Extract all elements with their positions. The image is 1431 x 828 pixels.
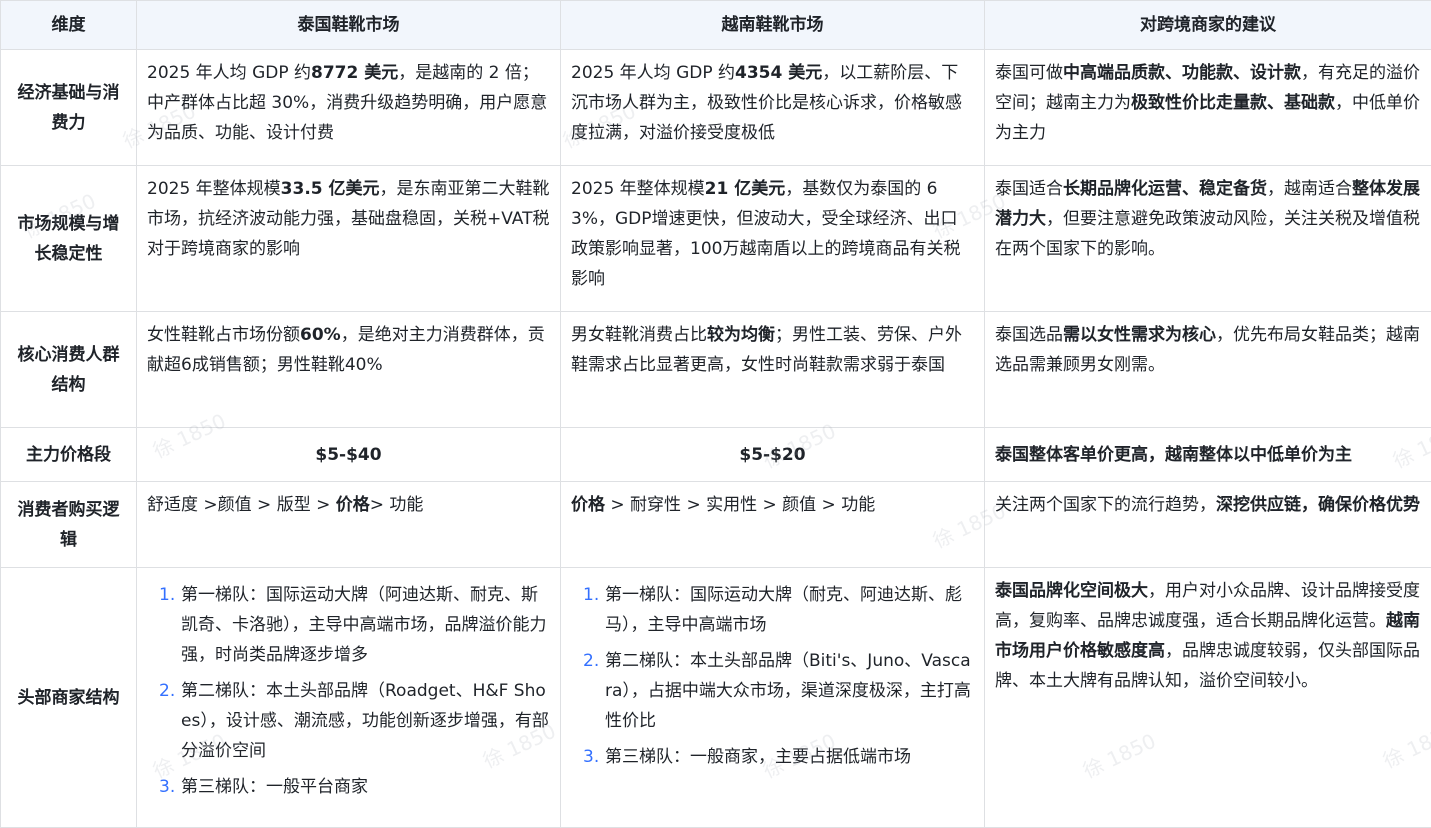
header-dim: 维度 — [0, 0, 137, 50]
table-row: 经济基础与消费力 2025 年人均 GDP 约8772 美元，是越南的 2 倍；中… — [0, 49, 1431, 166]
table-row: 头部商家结构 1. 第一梯队：国际运动大牌（阿迪达斯、耐克、斯凯奇、卡洛驰），主导中… — [0, 567, 1431, 828]
bold-text: 较为均衡 — [707, 325, 775, 345]
header-advice: 对跨境商家的建议 — [984, 0, 1431, 50]
bold-text: 极致性价比走量款、基础款 — [1131, 93, 1335, 113]
bold-text: $5-$20 — [739, 444, 806, 465]
text: 2025 年人均 GDP 约 — [147, 63, 311, 83]
tier-list: 1. 第一梯队：国际运动大牌（耐克、阿迪达斯、彪马），主导中高端市场 2. 第二梯队：… — [571, 580, 974, 772]
text: > 功能 — [369, 495, 424, 515]
list-item: 3. 第三梯队：一般平台商家 — [147, 772, 550, 802]
text: 男女鞋靴消费占比 — [571, 325, 707, 345]
bold-text: 价格 — [335, 495, 370, 515]
advice-cell: 关注两个国家下的流行趋势，深挖供应链，确保价格优势 — [984, 481, 1431, 568]
list-item: 2. 第二梯队：本土头部品牌（Biti's、Juno、Vascara），占据中端大… — [571, 646, 974, 736]
bold-text: 21 亿美元 — [704, 179, 786, 199]
dimension-cell: 头部商家结构 — [0, 567, 137, 828]
text: 关注两个国家下的流行趋势， — [995, 495, 1216, 515]
dimension-cell: 消费者购买逻辑 — [0, 481, 137, 568]
advice-cell: 泰国适合长期品牌化运营、稳定备货，越南适合整体发展潜力大，但要注意避免政策波动风… — [984, 165, 1431, 312]
list-number: 1. — [583, 585, 600, 605]
advice-cell: 泰国可做中高端品质款、功能款、设计款，有充足的溢价空间；越南主力为极致性价比走量… — [984, 49, 1431, 166]
list-text: 第一梯队：国际运动大牌（阿迪达斯、耐克、斯凯奇、卡洛驰），主导中高端市场，品牌溢… — [181, 585, 547, 665]
bold-text: 深挖供应链，确保价格优势 — [1216, 495, 1420, 515]
dimension-cell: 主力价格段 — [0, 427, 137, 482]
list-number: 1. — [159, 585, 176, 605]
list-text: 第二梯队：本土头部品牌（Roadget、H&F Shoes），设计感、潮流感，功… — [181, 681, 549, 761]
header-vietnam: 越南鞋靴市场 — [560, 0, 985, 50]
table-row: 主力价格段 $5-$40 $5-$20 泰国整体客单价更高，越南整体以中低单价为主 — [0, 427, 1431, 482]
list-number: 2. — [159, 681, 176, 701]
bold-text: 中高端品质款、功能款、设计款 — [1063, 63, 1301, 83]
text: ，越南适合 — [1267, 179, 1352, 199]
thailand-cell: $5-$40 — [136, 427, 561, 482]
bold-text: 33.5 亿美元 — [280, 179, 380, 199]
dimension-cell: 市场规模与增长稳定性 — [0, 165, 137, 312]
vietnam-cell: 1. 第一梯队：国际运动大牌（耐克、阿迪达斯、彪马），主导中高端市场 2. 第二梯队：… — [560, 567, 985, 828]
tier-list: 1. 第一梯队：国际运动大牌（阿迪达斯、耐克、斯凯奇、卡洛驰），主导中高端市场，品… — [147, 580, 550, 802]
list-text: 第二梯队：本土头部品牌（Biti's、Juno、Vascara），占据中端大众市… — [605, 651, 971, 731]
table-row: 消费者购买逻辑 舒适度 >颜值 > 版型 > 价格> 功能 价格 > 耐穿性 > 实… — [0, 481, 1431, 568]
bold-text: 泰国品牌化空间极大 — [995, 581, 1148, 601]
list-number: 3. — [159, 777, 176, 797]
list-number: 2. — [583, 651, 600, 671]
bold-text: 4354 美元 — [735, 63, 823, 83]
vietnam-cell: 2025 年人均 GDP 约4354 美元，以工薪阶层、下沉市场人群为主，极致性… — [560, 49, 985, 166]
bold-text: 8772 美元 — [311, 63, 399, 83]
list-item: 1. 第一梯队：国际运动大牌（阿迪达斯、耐克、斯凯奇、卡洛驰），主导中高端市场，品… — [147, 580, 550, 670]
advice-cell: 泰国品牌化空间极大，用户对小众品牌、设计品牌接受度高，复购率、品牌忠诚度强，适合… — [984, 567, 1431, 828]
text: 泰国选品 — [995, 325, 1063, 345]
text: 女性鞋靴占市场份额 — [147, 325, 300, 345]
text: ，但要注意避免政策波动风险，关注关税及增值税在两个国家下的影响。 — [995, 209, 1420, 259]
list-text: 第三梯队：一般平台商家 — [181, 777, 368, 797]
dimension-cell: 核心消费人群结构 — [0, 311, 137, 428]
list-text: 第一梯队：国际运动大牌（耐克、阿迪达斯、彪马），主导中高端市场 — [605, 585, 962, 635]
header-thailand: 泰国鞋靴市场 — [136, 0, 561, 50]
text: 泰国适合 — [995, 179, 1063, 199]
bold-text: $5-$40 — [315, 444, 382, 465]
text: 2025 年人均 GDP 约 — [571, 63, 735, 83]
vietnam-cell: 男女鞋靴消费占比较为均衡；男性工装、劳保、户外鞋需求占比显著更高，女性时尚鞋款需… — [560, 311, 985, 428]
list-item: 1. 第一梯队：国际运动大牌（耐克、阿迪达斯、彪马），主导中高端市场 — [571, 580, 974, 640]
vietnam-cell: 价格 > 耐穿性 > 实用性 > 颜值 > 功能 — [560, 481, 985, 568]
bold-text: 60% — [300, 325, 341, 345]
bold-text: 泰国整体客单价更高，越南整体以中低单价为主 — [995, 444, 1352, 465]
list-number: 3. — [583, 747, 600, 767]
dimension-cell: 经济基础与消费力 — [0, 49, 137, 166]
text: 2025 年整体规模 — [571, 179, 705, 199]
advice-cell: 泰国整体客单价更高，越南整体以中低单价为主 — [984, 427, 1431, 482]
list-text: 第三梯队：一般商家，主要占据低端市场 — [605, 747, 911, 767]
advice-cell: 泰国选品需以女性需求为核心，优先布局女鞋品类；越南选品需兼顾男女刚需。 — [984, 311, 1431, 428]
vietnam-cell: $5-$20 — [560, 427, 985, 482]
thailand-cell: 2025 年人均 GDP 约8772 美元，是越南的 2 倍；中产群体占比超 3… — [136, 49, 561, 166]
thailand-cell: 女性鞋靴占市场份额60%，是绝对主力消费群体，贡献超6成销售额；男性鞋靴40% — [136, 311, 561, 428]
list-item: 2. 第二梯队：本土头部品牌（Roadget、H&F Shoes），设计感、潮流感… — [147, 676, 550, 766]
text: 2025 年整体规模 — [147, 179, 281, 199]
thailand-cell: 1. 第一梯队：国际运动大牌（阿迪达斯、耐克、斯凯奇、卡洛驰），主导中高端市场，品… — [136, 567, 561, 828]
text: 舒适度 >颜值 > 版型 > — [147, 495, 336, 515]
header-row: 维度 泰国鞋靴市场 越南鞋靴市场 对跨境商家的建议 — [0, 0, 1431, 50]
bold-text: 价格 — [571, 495, 605, 515]
text: > 耐穿性 > 实用性 > 颜值 > 功能 — [605, 495, 876, 515]
list-item: 3. 第三梯队：一般商家，主要占据低端市场 — [571, 742, 974, 772]
comparison-table: 维度 泰国鞋靴市场 越南鞋靴市场 对跨境商家的建议 经济基础与消费力 2025 年… — [0, 0, 1431, 828]
thailand-cell: 2025 年整体规模33.5 亿美元，是东南亚第二大鞋靴市场，抗经济波动能力强，… — [136, 165, 561, 312]
table-row: 市场规模与增长稳定性 2025 年整体规模33.5 亿美元，是东南亚第二大鞋靴市场… — [0, 165, 1431, 312]
text: 泰国可做 — [995, 63, 1063, 83]
thailand-cell: 舒适度 >颜值 > 版型 > 价格> 功能 — [136, 481, 561, 568]
vietnam-cell: 2025 年整体规模21 亿美元，基数仅为泰国的 63%，GDP增速更快，但波动… — [560, 165, 985, 312]
bold-text: 长期品牌化运营、稳定备货 — [1063, 179, 1267, 199]
table-row: 核心消费人群结构 女性鞋靴占市场份额60%，是绝对主力消费群体，贡献超6成销售额；… — [0, 311, 1431, 428]
bold-text: 需以女性需求为核心 — [1063, 325, 1216, 345]
